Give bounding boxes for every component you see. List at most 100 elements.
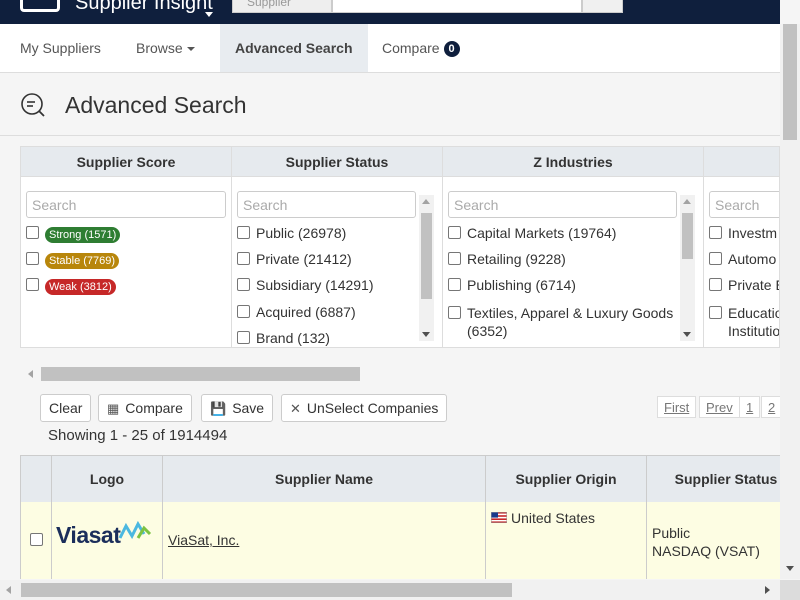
facet-search-input[interactable] bbox=[709, 191, 779, 218]
nav-advanced-search[interactable]: Advanced Search bbox=[220, 24, 368, 72]
nav-label: Browse bbox=[136, 40, 183, 56]
scrollbar-corner bbox=[780, 580, 800, 600]
facet-option[interactable]: Investm bbox=[709, 225, 777, 241]
checkbox[interactable] bbox=[26, 226, 39, 239]
checkbox[interactable] bbox=[709, 252, 722, 265]
scroll-right-icon[interactable] bbox=[765, 586, 770, 594]
checkbox[interactable] bbox=[26, 278, 39, 291]
facet-panel: Supplier Score Strong (1571) Stable (776… bbox=[20, 146, 780, 348]
scroll-up-icon[interactable] bbox=[683, 199, 691, 204]
scroll-down-icon[interactable] bbox=[683, 332, 691, 337]
row-checkbox[interactable] bbox=[30, 533, 43, 546]
checkbox[interactable] bbox=[448, 226, 461, 239]
facet-option[interactable]: Subsidiary (14291) bbox=[237, 277, 374, 293]
checkbox[interactable] bbox=[237, 331, 250, 344]
facet-option[interactable]: Private (21412) bbox=[237, 251, 352, 267]
facet-scrollbar[interactable] bbox=[680, 195, 695, 341]
facet-z-industries: Z Industries Capital Markets (19764) Ret… bbox=[443, 147, 704, 347]
global-search-button[interactable] bbox=[582, 0, 623, 13]
brand-title[interactable]: Supplier Insight bbox=[75, 0, 213, 15]
page-first-link[interactable]: First bbox=[657, 396, 697, 418]
supplier-name-link[interactable]: ViaSat, Inc. bbox=[168, 532, 239, 548]
origin-label: United States bbox=[511, 510, 596, 526]
results-table: Logo Supplier Name Supplier Origin Suppl… bbox=[20, 455, 780, 579]
facet-option[interactable]: Brand (132) bbox=[237, 330, 330, 346]
facet-title bbox=[704, 147, 779, 177]
facet-title: Supplier Status bbox=[232, 147, 442, 177]
column-header-supplier-name[interactable]: Supplier Name bbox=[162, 455, 486, 503]
facet-option[interactable]: Retailing (9228) bbox=[448, 251, 566, 267]
page-prev-link[interactable]: Prev bbox=[699, 396, 740, 418]
page-link[interactable]: 1 bbox=[739, 396, 761, 418]
facet-title: Z Industries bbox=[443, 147, 703, 177]
option-label: Subsidiary (14291) bbox=[256, 277, 374, 293]
compare-button[interactable]: ▦ Compare bbox=[98, 394, 192, 422]
checkbox[interactable] bbox=[237, 278, 250, 291]
facet-option[interactable]: Weak (3812) bbox=[26, 277, 116, 295]
checkbox[interactable] bbox=[709, 278, 722, 291]
scroll-left-icon[interactable] bbox=[28, 370, 33, 378]
scroll-thumb[interactable] bbox=[421, 213, 432, 299]
scroll-left-icon[interactable] bbox=[6, 586, 11, 594]
scroll-up-icon[interactable] bbox=[422, 199, 430, 204]
checkbox[interactable] bbox=[26, 252, 39, 265]
page-horizontal-scrollbar[interactable] bbox=[0, 580, 780, 600]
global-search-input[interactable] bbox=[332, 0, 582, 13]
nav-label: My Suppliers bbox=[20, 40, 101, 56]
nav-my-suppliers[interactable]: My Suppliers bbox=[5, 24, 116, 72]
facet-option[interactable]: Publishing (6714) bbox=[448, 277, 576, 293]
facet-option[interactable]: Textiles, Apparel & Luxury Goods (6352) bbox=[448, 304, 673, 340]
facet-option[interactable]: Strong (1571) bbox=[26, 225, 121, 243]
checkbox[interactable] bbox=[237, 252, 250, 265]
page-vertical-scrollbar[interactable] bbox=[780, 24, 800, 579]
scroll-down-icon[interactable] bbox=[422, 332, 430, 337]
nav-compare[interactable]: Compare 0 bbox=[367, 24, 475, 72]
chevron-down-icon[interactable] bbox=[205, 12, 213, 17]
option-label: Capital Markets (19764) bbox=[467, 225, 617, 241]
scroll-thumb[interactable] bbox=[783, 24, 797, 140]
column-header-supplier-status[interactable]: Supplier Status bbox=[646, 455, 780, 503]
option-label-count: (6352) bbox=[467, 323, 508, 339]
search-type-select[interactable]: Supplier bbox=[232, 0, 332, 13]
scroll-down-icon[interactable] bbox=[786, 566, 794, 571]
facet-option[interactable]: Acquired (6887) bbox=[237, 304, 356, 320]
scroll-thumb[interactable] bbox=[21, 583, 512, 597]
clear-button[interactable]: Clear bbox=[40, 394, 92, 422]
facet-search-input[interactable] bbox=[237, 191, 416, 218]
facet-option[interactable]: Public (26978) bbox=[237, 225, 346, 241]
checkbox[interactable] bbox=[237, 305, 250, 318]
column-header-supplier-origin[interactable]: Supplier Origin bbox=[485, 455, 647, 503]
facet-option[interactable]: Capital Markets (19764) bbox=[448, 225, 616, 241]
facet-title: Supplier Score bbox=[21, 147, 231, 177]
facet-scrollbar[interactable] bbox=[419, 195, 434, 341]
unselect-companies-button[interactable]: ✕ UnSelect Companies bbox=[281, 394, 448, 422]
brand-logo-icon[interactable] bbox=[20, 0, 60, 12]
button-label: Clear bbox=[49, 400, 83, 416]
option-label: Private (21412) bbox=[256, 251, 352, 267]
results-count: Showing 1 - 25 of 1914494 bbox=[48, 427, 228, 444]
checkbox[interactable] bbox=[448, 306, 461, 319]
facet-option[interactable]: Stable (7769) bbox=[26, 251, 120, 269]
checkbox[interactable] bbox=[448, 278, 461, 291]
scroll-thumb[interactable] bbox=[682, 213, 693, 259]
facet-option[interactable]: Automo bbox=[709, 251, 776, 267]
facet-search-input[interactable] bbox=[448, 191, 677, 218]
checkbox[interactable] bbox=[448, 252, 461, 265]
scroll-thumb[interactable] bbox=[41, 367, 360, 381]
checkbox[interactable] bbox=[709, 306, 722, 319]
column-header-logo[interactable]: Logo bbox=[51, 455, 163, 503]
checkbox[interactable] bbox=[709, 226, 722, 239]
supplier-origin: United States bbox=[491, 510, 595, 526]
facet-supplier-score: Supplier Score Strong (1571) Stable (776… bbox=[21, 147, 232, 347]
supplier-origin-cell: United States bbox=[485, 502, 647, 579]
facet-option[interactable]: Educatio Institutio bbox=[709, 304, 779, 340]
facet-option[interactable]: Private E bbox=[709, 277, 779, 293]
checkbox[interactable] bbox=[237, 226, 250, 239]
facet-horizontal-scrollbar[interactable] bbox=[20, 366, 780, 382]
nav-browse[interactable]: Browse bbox=[121, 24, 210, 72]
search-list-icon bbox=[21, 93, 45, 117]
divider bbox=[0, 135, 780, 136]
facet-search-input[interactable] bbox=[26, 191, 226, 218]
save-button[interactable]: 💾 Save bbox=[201, 394, 274, 422]
select-cell bbox=[20, 502, 52, 579]
